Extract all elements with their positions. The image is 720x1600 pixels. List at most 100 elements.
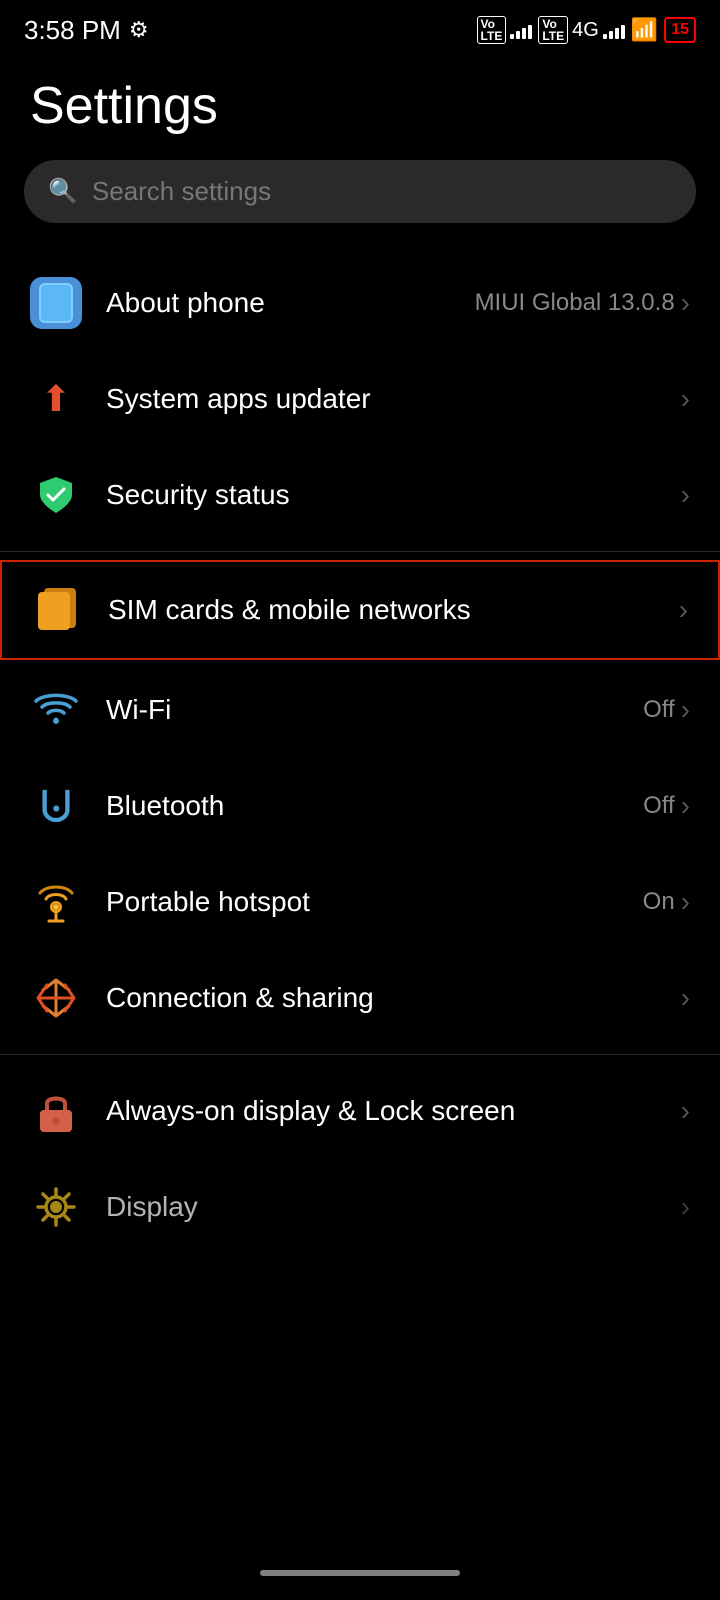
settings-item-sim-cards[interactable]: SIM cards & mobile networks › xyxy=(0,560,720,660)
status-right: VoLTE VoLTE 4G 📶 15 xyxy=(477,16,696,44)
settings-item-wifi[interactable]: Wi-Fi Off › xyxy=(0,662,720,758)
system-apps-updater-content: System apps updater xyxy=(106,383,681,415)
shield-icon xyxy=(30,469,82,521)
security-status-content: Security status xyxy=(106,479,681,511)
settings-gear-icon: ⚙ xyxy=(129,17,149,43)
status-left: 3:58 PM ⚙ xyxy=(24,15,149,46)
divider-1 xyxy=(0,551,720,552)
sim-card-front xyxy=(38,592,70,630)
wifi-status: Off xyxy=(643,696,675,724)
settings-item-security-status[interactable]: Security status › xyxy=(0,447,720,543)
security-status-chevron: › xyxy=(681,479,690,511)
time-display: 3:58 PM xyxy=(24,15,121,46)
battery-level: 15 xyxy=(671,21,689,39)
arrow-up-shape: ⬆ xyxy=(41,378,71,420)
bluetooth-title: Bluetooth xyxy=(106,790,643,822)
wifi-svg xyxy=(34,690,78,730)
display-svg xyxy=(34,1185,78,1229)
divider-2 xyxy=(0,1054,720,1055)
hotspot-icon-container xyxy=(30,876,82,928)
about-phone-subtitle: MIUI Global 13.0.8 xyxy=(475,289,675,317)
wifi-content: Wi-Fi xyxy=(106,694,643,726)
lock-svg xyxy=(34,1088,78,1134)
signal-bars-2 xyxy=(603,21,625,39)
always-on-display-content: Always-on display & Lock screen xyxy=(106,1093,681,1129)
always-on-display-right: › xyxy=(681,1095,690,1127)
sim2-signal: VoLTE 4G xyxy=(538,16,624,44)
signal-bars-1 xyxy=(510,21,532,39)
bluetooth-status: Off xyxy=(643,792,675,820)
update-icon: ⬆ xyxy=(30,373,82,425)
settings-item-bluetooth[interactable]: ⨃ Bluetooth Off › xyxy=(0,758,720,854)
connection-sharing-right: › xyxy=(681,982,690,1014)
system-apps-updater-title: System apps updater xyxy=(106,383,681,415)
wifi-status-icon: 📶 xyxy=(631,17,658,43)
settings-item-connection-sharing[interactable]: Connection & sharing › xyxy=(0,950,720,1046)
hotspot-status: On xyxy=(643,888,675,916)
security-status-title: Security status xyxy=(106,479,681,511)
home-indicator xyxy=(260,1570,460,1576)
bottom-bar xyxy=(0,1554,720,1600)
connection-sharing-content: Connection & sharing xyxy=(106,982,681,1014)
sim-stack-shape xyxy=(38,588,78,632)
status-bar: 3:58 PM ⚙ VoLTE VoLTE 4G 📶 xyxy=(0,0,720,56)
settings-item-display[interactable]: Display › xyxy=(0,1159,720,1255)
search-placeholder: Search settings xyxy=(92,176,271,207)
4g-badge: 4G xyxy=(572,19,599,42)
wifi-title: Wi-Fi xyxy=(106,694,643,726)
volte1-badge: VoLTE xyxy=(477,16,507,44)
settings-item-about-phone[interactable]: About phone MIUI Global 13.0.8 › xyxy=(0,255,720,351)
connection-sharing-chevron: › xyxy=(681,982,690,1014)
security-status-right: › xyxy=(681,479,690,511)
wifi-right: Off › xyxy=(643,694,690,726)
sim-cards-content: SIM cards & mobile networks xyxy=(108,594,679,626)
settings-item-always-on-display[interactable]: Always-on display & Lock screen › xyxy=(0,1063,720,1159)
battery-indicator: 15 xyxy=(664,17,696,43)
portable-hotspot-right: On › xyxy=(643,886,690,918)
about-phone-chevron: › xyxy=(681,287,690,319)
settings-item-system-apps-updater[interactable]: ⬆ System apps updater › xyxy=(0,351,720,447)
settings-list: About phone MIUI Global 13.0.8 › ⬆ Syste… xyxy=(0,255,720,1255)
fade-overlay xyxy=(0,1460,720,1540)
page-title: Settings xyxy=(0,56,720,160)
volte2-badge: VoLTE xyxy=(538,16,568,44)
connection-svg xyxy=(33,975,79,1021)
sim-cards-right: › xyxy=(679,594,688,626)
display-chevron: › xyxy=(681,1191,690,1223)
phone-icon xyxy=(30,277,82,329)
connection-icon-container xyxy=(30,972,82,1024)
about-phone-right: MIUI Global 13.0.8 › xyxy=(475,287,690,319)
sim1-signal: VoLTE xyxy=(477,16,533,44)
lock-icon-container xyxy=(30,1085,82,1137)
sim-cards-title: SIM cards & mobile networks xyxy=(108,594,679,626)
search-icon: 🔍 xyxy=(48,177,78,206)
display-content: Display xyxy=(106,1191,681,1223)
settings-item-portable-hotspot[interactable]: Portable hotspot On › xyxy=(0,854,720,950)
portable-hotspot-content: Portable hotspot xyxy=(106,886,643,918)
sim-icon xyxy=(32,584,84,636)
about-phone-title: About phone xyxy=(106,287,475,319)
display-right: › xyxy=(681,1191,690,1223)
bluetooth-chevron: › xyxy=(681,790,690,822)
display-title: Display xyxy=(106,1191,681,1223)
always-on-display-title: Always-on display & Lock screen xyxy=(106,1093,681,1129)
portable-hotspot-title: Portable hotspot xyxy=(106,886,643,918)
phone-rect-shape xyxy=(39,283,73,323)
wifi-chevron: › xyxy=(681,694,690,726)
system-apps-updater-right: › xyxy=(681,383,690,415)
display-icon-container xyxy=(30,1181,82,1233)
hotspot-svg xyxy=(33,879,79,925)
sim-cards-chevron: › xyxy=(679,594,688,626)
shield-svg xyxy=(35,474,77,516)
connection-sharing-title: Connection & sharing xyxy=(106,982,681,1014)
hotspot-chevron: › xyxy=(681,886,690,918)
bluetooth-right: Off › xyxy=(643,790,690,822)
bluetooth-symbol: ⨃ xyxy=(41,785,72,828)
always-on-chevron: › xyxy=(681,1095,690,1127)
about-phone-content: About phone xyxy=(106,287,475,319)
system-apps-chevron: › xyxy=(681,383,690,415)
wifi-icon-container xyxy=(30,684,82,736)
search-bar[interactable]: 🔍 Search settings xyxy=(24,160,696,223)
bluetooth-icon-container: ⨃ xyxy=(30,780,82,832)
bluetooth-content: Bluetooth xyxy=(106,790,643,822)
